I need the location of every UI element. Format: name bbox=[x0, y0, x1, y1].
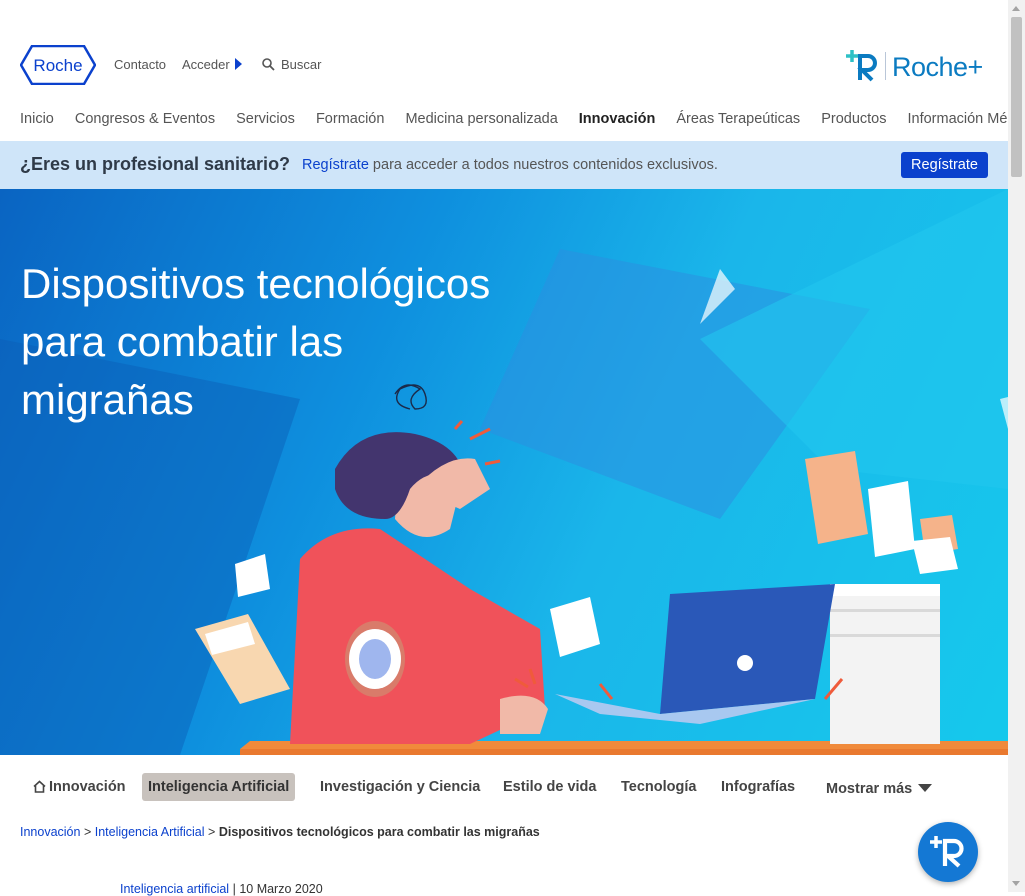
category-tab-label: Inteligencia Artificial bbox=[148, 779, 290, 795]
article-date: 10 Marzo 2020 bbox=[239, 882, 323, 896]
breadcrumb-link[interactable]: Innovación bbox=[20, 825, 80, 839]
breadcrumb-separator: > bbox=[208, 825, 216, 839]
hero-banner: Dispositivos tecnológicos para combatir … bbox=[0, 189, 1008, 755]
roche-plus-icon bbox=[930, 836, 964, 868]
roche-plus-chat-button[interactable] bbox=[918, 822, 978, 882]
search-icon bbox=[262, 58, 275, 74]
category-tab-2[interactable]: Investigación y Ciencia bbox=[314, 773, 486, 801]
category-tab-label: Investigación y Ciencia bbox=[320, 779, 481, 795]
search-placeholder: Buscar bbox=[281, 57, 322, 72]
category-tab-5[interactable]: Infografías bbox=[715, 773, 801, 801]
category-tab-4[interactable]: Tecnología bbox=[615, 773, 702, 801]
nav-item-1[interactable]: Congresos & Eventos bbox=[75, 111, 215, 127]
page-scrollbar[interactable] bbox=[1008, 0, 1025, 892]
category-tab-label: Tecnología bbox=[621, 779, 697, 795]
banner-text: Regístrate para acceder a todos nuestros… bbox=[302, 157, 718, 173]
nav-item-5[interactable]: Innovación bbox=[579, 111, 656, 127]
hero-title: Dispositivos tecnológicos para combatir … bbox=[21, 260, 491, 423]
category-tab-0[interactable]: Innovación bbox=[27, 773, 132, 801]
scroll-up-icon[interactable] bbox=[1012, 6, 1020, 11]
category-tab-6[interactable]: Mostrar más bbox=[820, 775, 938, 803]
contact-link[interactable]: Contacto bbox=[114, 57, 166, 72]
register-banner: ¿Eres un profesional sanitario? Regístra… bbox=[0, 141, 1008, 189]
breadcrumb-separator: > bbox=[83, 825, 92, 839]
register-button[interactable]: Regístrate bbox=[901, 152, 988, 178]
login-label: Acceder bbox=[182, 57, 230, 72]
article-meta-separator: | bbox=[232, 882, 236, 896]
nav-item-0[interactable]: Inicio bbox=[20, 111, 54, 127]
brand-text: Roche+ bbox=[892, 52, 983, 82]
nav-item-2[interactable]: Servicios bbox=[236, 111, 295, 127]
category-tab-label: Mostrar más bbox=[826, 781, 913, 797]
category-tab-label: Infografías bbox=[721, 779, 796, 795]
roche-logo[interactable]: Roche bbox=[20, 45, 96, 85]
nav-item-7[interactable]: Productos bbox=[821, 111, 886, 127]
article-category-link[interactable]: Inteligencia artificial bbox=[120, 882, 229, 896]
brand-divider bbox=[885, 52, 886, 80]
search-field[interactable]: Buscar bbox=[262, 57, 321, 74]
category-tabs: Innovación Inteligencia Artificial Investi… bbox=[0, 770, 1008, 806]
banner-question: ¿Eres un profesional sanitario? bbox=[20, 154, 291, 174]
nav-item-3[interactable]: Formación bbox=[316, 111, 385, 127]
roche-plus-logo-icon bbox=[846, 50, 880, 87]
category-tab-3[interactable]: Estilo de vida bbox=[497, 773, 602, 801]
nav-item-6[interactable]: Áreas Terapeúticas bbox=[676, 111, 800, 127]
category-tab-label: Estilo de vida bbox=[503, 779, 597, 795]
main-nav: Inicio Congresos & Eventos Servicios Formac… bbox=[20, 111, 1025, 127]
home-icon bbox=[33, 775, 46, 803]
article-meta: Inteligencia artificial | 10 Marzo 2020 bbox=[120, 882, 323, 896]
caret-right-icon bbox=[234, 58, 242, 70]
svg-text:Roche: Roche bbox=[33, 56, 82, 75]
caret-down-icon bbox=[918, 784, 933, 792]
breadcrumb: Innovación > Inteligencia Artificial > D… bbox=[20, 825, 540, 839]
scrollbar-thumb[interactable] bbox=[1011, 17, 1022, 177]
register-link[interactable]: Regístrate bbox=[302, 157, 369, 173]
category-tab-1[interactable]: Inteligencia Artificial bbox=[142, 773, 296, 801]
breadcrumb-current: Dispositivos tecnológicos para combatir … bbox=[218, 825, 540, 839]
nav-item-4[interactable]: Medicina personalizada bbox=[405, 111, 557, 127]
scroll-down-icon[interactable] bbox=[1012, 881, 1020, 886]
site-header: Roche Contacto Acceder Buscar Roche+ Ini… bbox=[0, 0, 1025, 140]
category-tab-label: Innovación bbox=[49, 779, 126, 795]
breadcrumb-link[interactable]: Inteligencia Artificial bbox=[95, 825, 205, 839]
login-link[interactable]: Acceder bbox=[182, 57, 242, 72]
banner-description: para acceder a todos nuestros contenidos… bbox=[368, 157, 718, 173]
